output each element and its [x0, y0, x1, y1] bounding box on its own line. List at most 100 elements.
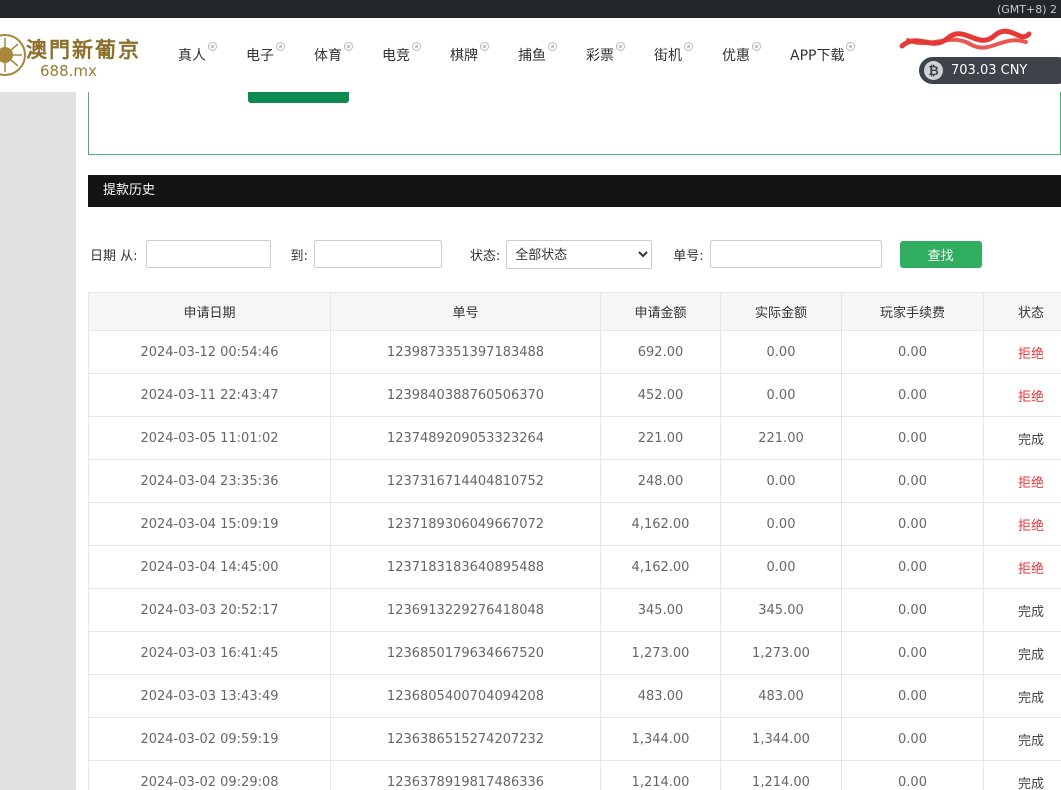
topbar: (GMT+8) 2: [0, 0, 1061, 18]
table-row: 2024-03-03 16:41:4512368501796346675201,…: [89, 632, 1061, 675]
search-button[interactable]: 查找: [900, 241, 982, 268]
submit-button[interactable]: [248, 92, 349, 103]
date-to-input[interactable]: [314, 240, 442, 268]
cell-fee: 0.00: [842, 417, 984, 460]
cell-actual: 0.00: [721, 374, 842, 417]
cell-date: 2024-03-04 15:09:19: [89, 503, 331, 546]
table-row: 2024-03-11 22:43:47123984038876050637045…: [89, 374, 1061, 417]
cell-actual: 483.00: [721, 675, 842, 718]
status-select[interactable]: 全部状态: [506, 240, 652, 269]
nav-item-label: 体育: [314, 45, 342, 65]
nav-item-1[interactable]: 电子: [246, 45, 285, 65]
logo-title: 澳門新葡京: [26, 34, 141, 64]
nav-item-label: 棋牌: [450, 45, 478, 65]
cell-date: 2024-03-05 11:01:02: [89, 417, 331, 460]
withdraw-history-table: 申请日期单号申请金额实际金额玩家手续费状态 2024-03-12 00:54:4…: [88, 292, 1061, 790]
cell-amount: 4,162.00: [601, 546, 721, 589]
table-row: 2024-03-04 23:35:36123731671440481075224…: [89, 460, 1061, 503]
cell-amount: 345.00: [601, 589, 721, 632]
cell-order: 1236850179634667520: [331, 632, 601, 675]
cell-amount: 4,162.00: [601, 503, 721, 546]
left-gutter: [0, 92, 76, 790]
main-nav: 真人 电子 体育 电竞 棋牌 捕鱼 彩票 街机 优惠 APP下载: [178, 45, 855, 65]
nav-item-2[interactable]: 体育: [314, 45, 353, 65]
cell-actual: 1,214.00: [721, 761, 842, 790]
form-panel: [88, 92, 1061, 155]
cell-status: 完成: [984, 718, 1061, 761]
table-row: 2024-03-04 14:45:0012371831836408954884,…: [89, 546, 1061, 589]
table-row: 2024-03-03 20:52:17123691322927641804834…: [89, 589, 1061, 632]
nav-item-6[interactable]: 彩票: [586, 45, 625, 65]
cell-status: 完成: [984, 417, 1061, 460]
table-row: 2024-03-12 00:54:46123987335139718348869…: [89, 331, 1061, 374]
cell-amount: 692.00: [601, 331, 721, 374]
nav-item-label: 街机: [654, 45, 682, 65]
cell-actual: 0.00: [721, 546, 842, 589]
nav-item-7[interactable]: 街机: [654, 45, 693, 65]
cell-date: 2024-03-12 00:54:46: [89, 331, 331, 374]
table-header-row: 申请日期单号申请金额实际金额玩家手续费状态: [89, 293, 1061, 331]
cell-fee: 0.00: [842, 546, 984, 589]
cell-date: 2024-03-04 23:35:36: [89, 460, 331, 503]
date-from-input[interactable]: [146, 240, 271, 268]
cell-actual: 1,344.00: [721, 718, 842, 761]
nav-badge-icon: [684, 42, 693, 51]
order-label: 单号:: [673, 245, 703, 264]
cell-order: 1236913229276418048: [331, 589, 601, 632]
nav-badge-icon: [276, 42, 285, 51]
nav-badge-icon: [752, 42, 761, 51]
table-row: 2024-03-03 13:43:49123680540070409420848…: [89, 675, 1061, 718]
column-header: 玩家手续费: [842, 293, 984, 331]
cell-status: 拒绝: [984, 331, 1061, 374]
balance-pill[interactable]: ₿ 703.03 CNY: [919, 57, 1061, 84]
nav-item-label: APP下载: [790, 45, 844, 65]
cell-order: 1237489209053323264: [331, 417, 601, 460]
cell-order: 1236378919817486336: [331, 761, 601, 790]
cell-actual: 345.00: [721, 589, 842, 632]
nav-item-label: 电竞: [382, 45, 410, 65]
bitcoin-icon: ₿: [924, 61, 943, 80]
nav-item-3[interactable]: 电竞: [382, 45, 421, 65]
cell-date: 2024-03-11 22:43:47: [89, 374, 331, 417]
nav-item-8[interactable]: 优惠: [722, 45, 761, 65]
cell-date: 2024-03-04 14:45:00: [89, 546, 331, 589]
nav-item-label: 真人: [178, 45, 206, 65]
cell-actual: 0.00: [721, 503, 842, 546]
cell-order: 1237189306049667072: [331, 503, 601, 546]
nav-item-label: 优惠: [722, 45, 750, 65]
cell-date: 2024-03-03 20:52:17: [89, 589, 331, 632]
redaction-scribble-icon: [898, 26, 1033, 56]
nav-badge-icon: [208, 42, 217, 51]
cell-fee: 0.00: [842, 761, 984, 790]
cell-order: 1236805400704094208: [331, 675, 601, 718]
cell-actual: 1,273.00: [721, 632, 842, 675]
cell-status: 完成: [984, 632, 1061, 675]
order-input[interactable]: [710, 240, 882, 268]
cell-actual: 221.00: [721, 417, 842, 460]
cell-status: 拒绝: [984, 374, 1061, 417]
column-header: 单号: [331, 293, 601, 331]
page: (GMT+8) 2 澳門新葡京 688.mx 真人 电子 体育 电竞 棋牌 捕鱼 彩票 街机 优…: [0, 0, 1061, 790]
cell-amount: 1,273.00: [601, 632, 721, 675]
cell-status: 完成: [984, 675, 1061, 718]
nav-item-0[interactable]: 真人: [178, 45, 217, 65]
header-right: ₿ 703.03 CNY: [841, 18, 1061, 92]
cell-order: 1236386515274207232: [331, 718, 601, 761]
cell-fee: 0.00: [842, 632, 984, 675]
nav-item-4[interactable]: 棋牌: [450, 45, 489, 65]
nav-item-5[interactable]: 捕鱼: [518, 45, 557, 65]
column-header: 申请金额: [601, 293, 721, 331]
nav-badge-icon: [616, 42, 625, 51]
cell-order: 1239840388760506370: [331, 374, 601, 417]
panel-title: 提款历史: [103, 183, 155, 198]
cell-fee: 0.00: [842, 718, 984, 761]
cell-status: 完成: [984, 589, 1061, 632]
table-row: 2024-03-04 15:09:1912371893060496670724,…: [89, 503, 1061, 546]
site-logo[interactable]: 澳門新葡京 688.mx: [0, 18, 168, 92]
cell-order: 1239873351397183488: [331, 331, 601, 374]
logo-domain: 688.mx: [40, 62, 97, 80]
date-to-label: 到:: [291, 245, 308, 264]
cell-order: 1237316714404810752: [331, 460, 601, 503]
cell-fee: 0.00: [842, 460, 984, 503]
nav-badge-icon: [412, 42, 421, 51]
